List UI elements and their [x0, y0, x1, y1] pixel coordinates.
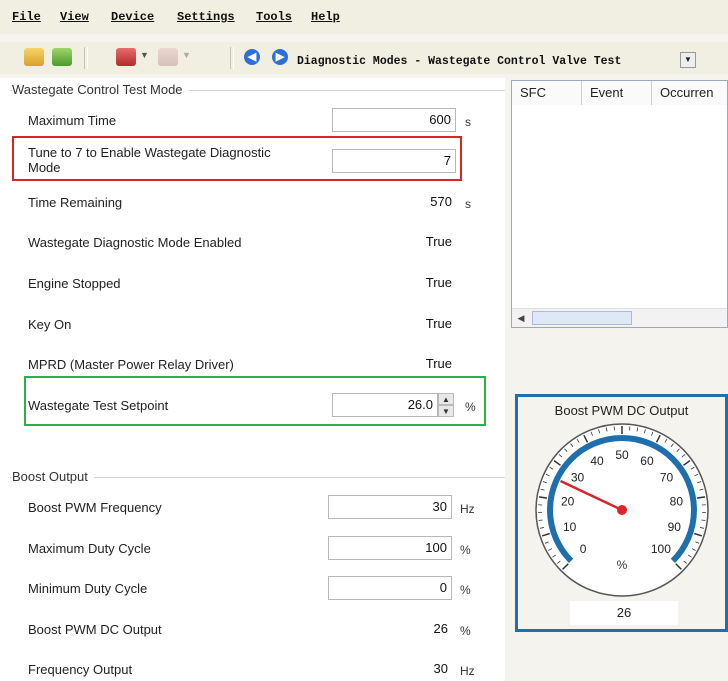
row-label-boost-pwm-dc-output: Boost PWM DC Output [28, 622, 162, 637]
back-arrow-icon[interactable]: ◀ [244, 49, 260, 65]
menu-device[interactable]: Device [111, 10, 154, 24]
mprd-value: True [332, 352, 456, 376]
row-label-engine-stopped: Engine Stopped [28, 276, 121, 291]
row-label-minimum-duty-cycle: Minimum Duty Cycle [28, 581, 148, 596]
frequency-output-value: 30 [328, 657, 452, 681]
tune-to-7-field[interactable]: 7 [332, 149, 456, 173]
spin-down-icon[interactable]: ▼ [438, 405, 454, 417]
gauge-unit-label: % [617, 558, 628, 572]
time-remaining-value: 570 [332, 190, 456, 214]
fault-code-table[interactable]: SFC Event Occurren ◀ [511, 80, 728, 328]
minimum-duty-cycle-field[interactable]: 0 [328, 576, 452, 600]
maximum-time-field[interactable]: 600 [332, 108, 456, 132]
chevron-down-icon: ▼ [182, 50, 191, 60]
chevron-down-icon[interactable]: ▼ [140, 50, 149, 60]
toolbar-separator [230, 47, 234, 69]
gauge-tick-label: 40 [590, 454, 604, 468]
column-header-occurrence[interactable]: Occurren [652, 81, 727, 105]
diagnostic-enabled-value: True [332, 230, 456, 254]
unit-hz: Hz [460, 502, 475, 516]
menu-view[interactable]: View [60, 10, 89, 24]
gauge-tick-label: 50 [615, 448, 629, 462]
row-label-key-on: Key On [28, 317, 72, 332]
unit-percent: % [465, 400, 476, 414]
spin-up-icon[interactable]: ▲ [438, 393, 454, 405]
gauge-value-readout: 26 [570, 601, 678, 625]
gauge-tick-label: 20 [561, 494, 575, 508]
connect-icon[interactable] [52, 48, 72, 66]
scroll-left-icon[interactable]: ◀ [514, 311, 528, 325]
row-label-maximum-time: Maximum Time [28, 113, 117, 128]
gauge-tick-label: 80 [670, 494, 684, 508]
group-title-wastegate: Wastegate Control Test Mode [12, 82, 189, 97]
row-label-frequency-output: Frequency Output [28, 662, 133, 677]
unit-seconds: s [465, 197, 471, 211]
gauge-panel: Boost PWM DC Output 0 10 20 30 40 50 60 70 80 90 1… [515, 394, 728, 632]
unit-seconds: s [465, 115, 471, 129]
group-title-boost: Boost Output [12, 469, 94, 484]
chevron-down-icon[interactable]: ▼ [680, 52, 696, 68]
menu-bar: File View Device Settings Tools Help [0, 0, 728, 34]
mode-selector[interactable]: Diagnostic Modes - Wastegate Control Val… [297, 55, 621, 68]
row-label-boost-pwm-frequency: Boost PWM Frequency [28, 500, 162, 515]
row-label-diagnostic-enabled: Wastegate Diagnostic Mode Enabled [28, 235, 242, 250]
gauge-hub [617, 505, 627, 515]
boost-pwm-frequency-field[interactable]: 30 [328, 495, 452, 519]
unit-percent: % [460, 624, 471, 638]
unit-hz: Hz [460, 664, 475, 678]
unit-percent: % [460, 543, 471, 557]
menu-file[interactable]: File [12, 10, 41, 24]
gauge-tick-label: 90 [668, 520, 682, 534]
row-label-maximum-duty-cycle: Maximum Duty Cycle [28, 541, 151, 556]
calendar-icon[interactable] [116, 48, 136, 66]
disabled-tool-icon [158, 48, 178, 66]
forward-arrow-icon[interactable]: ▶ [272, 49, 288, 65]
key-on-value: True [332, 312, 456, 336]
maximum-duty-cycle-field[interactable]: 100 [328, 536, 452, 560]
menu-help[interactable]: Help [311, 10, 340, 24]
row-label-tune-to-7: Tune to 7 to Enable Wastegate Diagnostic… [28, 145, 271, 175]
column-header-sfc[interactable]: SFC [512, 81, 582, 105]
engine-stopped-value: True [332, 271, 456, 295]
column-header-event[interactable]: Event [582, 81, 652, 105]
scrollbar-thumb[interactable] [532, 311, 632, 325]
gauge-tick [538, 519, 543, 521]
unit-percent: % [460, 583, 471, 597]
row-label-test-setpoint: Wastegate Test Setpoint [28, 398, 169, 413]
gauge-tick-label: 10 [563, 520, 577, 534]
boost-pwm-dc-output-value: 26 [328, 617, 452, 641]
setpoint-spinner[interactable]: ▲ ▼ [438, 393, 454, 417]
menu-tools[interactable]: Tools [256, 10, 292, 24]
gauge-tick [701, 519, 706, 521]
menu-settings[interactable]: Settings [177, 10, 235, 24]
horizontal-scrollbar[interactable]: ◀ [512, 308, 727, 327]
open-folder-icon[interactable] [24, 48, 44, 66]
row-label-time-remaining: Time Remaining [28, 195, 123, 210]
toolbar-separator [84, 47, 88, 69]
gauge-tick-label: 30 [571, 471, 585, 485]
gauge-tick-label: 0 [580, 542, 587, 556]
gauge-tick-label: 70 [660, 471, 674, 485]
gauge-tick-label: 100 [651, 542, 671, 556]
dial-gauge: 010 20 30 40 50 60 70 80 90 100 % [535, 423, 709, 597]
test-setpoint-field[interactable]: 26.0 [332, 393, 438, 417]
row-label-mprd: MPRD (Master Power Relay Driver) [28, 357, 234, 372]
gauge-tick-label: 60 [640, 454, 654, 468]
toolbar: ▼ ▼ ◀ ▶ Diagnostic Modes - Wastegate Con… [0, 42, 728, 74]
